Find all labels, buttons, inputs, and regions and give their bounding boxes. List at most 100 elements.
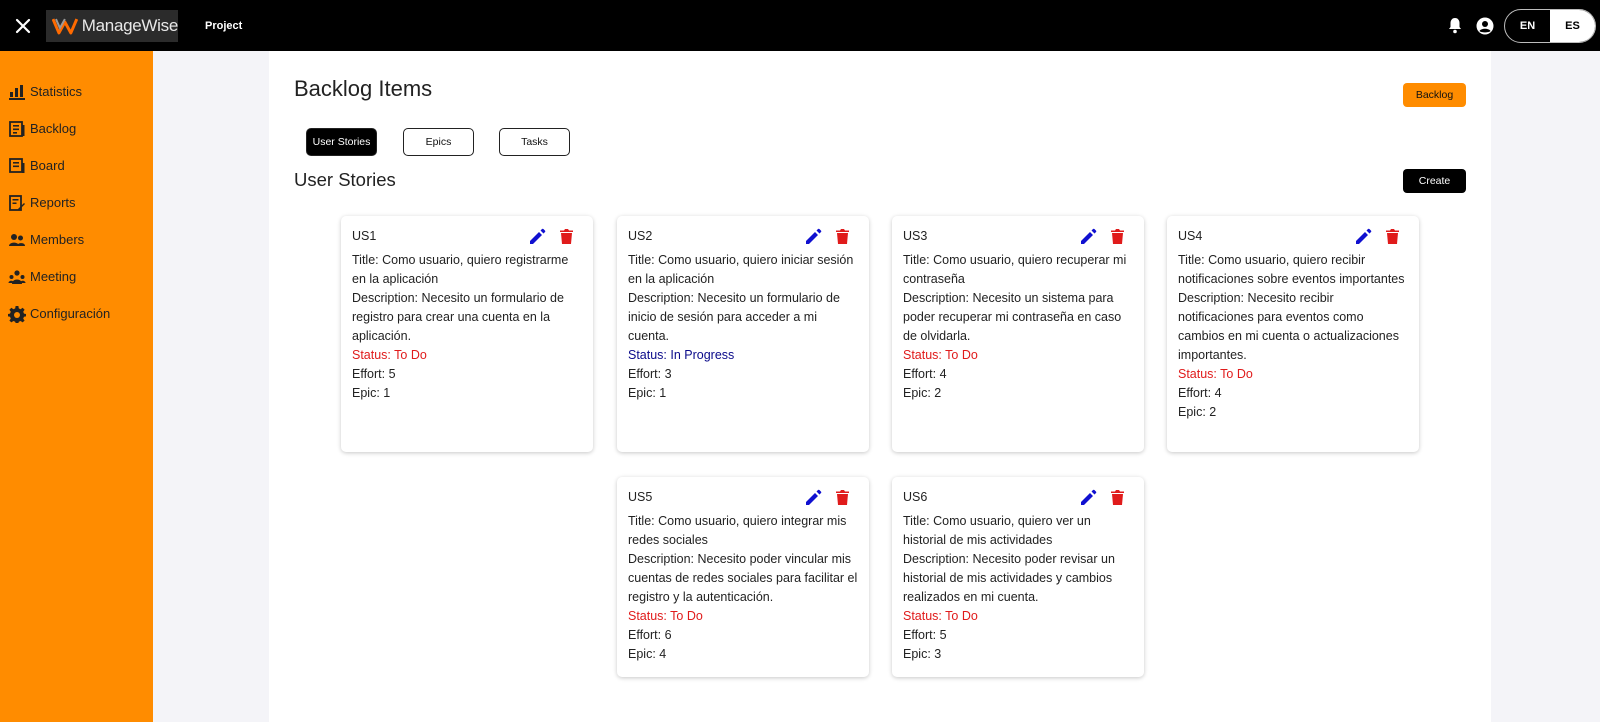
edit-button[interactable]: [1080, 228, 1097, 245]
edit-button[interactable]: [805, 489, 822, 506]
nav-project-link[interactable]: Project: [205, 20, 242, 32]
story-status: Status: To Do: [628, 609, 703, 623]
board-icon: [9, 157, 25, 173]
story-card: US2 Title: Como usuario, quiero iniciar …: [617, 216, 869, 452]
sidebar: Statistics Backlog Board Reports Members…: [0, 51, 153, 722]
backlog-icon: [9, 120, 25, 137]
story-title: Title: Como usuario, quiero recuperar mi…: [903, 253, 1127, 286]
story-card: US4 Title: Como usuario, quiero recibir …: [1167, 216, 1419, 452]
sidebar-item-board[interactable]: Board: [0, 147, 153, 184]
edit-button[interactable]: [529, 228, 546, 245]
story-id: US2: [628, 229, 653, 243]
pencil-icon: [1356, 228, 1372, 244]
logo-icon: [52, 17, 78, 34]
sidebar-item-label: Statistics: [30, 84, 83, 99]
account-button[interactable]: [1470, 0, 1500, 51]
reports-icon: [9, 194, 25, 211]
story-status: Status: To Do: [352, 348, 427, 362]
edit-button[interactable]: [1080, 489, 1097, 506]
story-effort: Effort: 4: [1178, 386, 1222, 400]
edit-button[interactable]: [805, 228, 822, 245]
language-option-es[interactable]: ES: [1550, 9, 1595, 42]
sidebar-item-meeting[interactable]: Meeting: [0, 258, 153, 295]
story-epic: Epic: 2: [903, 386, 942, 400]
story-status: Status: In Progress: [628, 348, 735, 362]
delete-button[interactable]: [1384, 228, 1401, 245]
story-description: Description: Necesito poder revisar un h…: [903, 552, 1115, 604]
delete-button[interactable]: [834, 228, 851, 245]
trash-icon: [1111, 489, 1124, 505]
sidebar-item-label: Board: [30, 158, 65, 173]
sidebar-item-label: Configuración: [30, 306, 111, 321]
story-id: US6: [903, 490, 928, 504]
brand-logo[interactable]: ManageWise: [46, 9, 179, 42]
sidebar-item-statistics[interactable]: Statistics: [0, 73, 153, 110]
trash-icon: [836, 228, 849, 244]
pencil-icon: [530, 228, 546, 244]
story-epic: Epic: 1: [628, 386, 667, 400]
language-label-en: EN: [1519, 19, 1536, 32]
story-status: Status: To Do: [903, 348, 978, 362]
story-effort: Effort: 6: [628, 628, 672, 642]
sidebar-item-backlog[interactable]: Backlog: [0, 110, 153, 147]
tab-tasks[interactable]: Tasks: [499, 128, 570, 156]
story-card: US3 Title: Como usuario, quiero recupera…: [892, 216, 1144, 452]
delete-button[interactable]: [1109, 489, 1126, 506]
account-circle-icon: [1476, 17, 1494, 34]
language-option-en[interactable]: EN: [1505, 10, 1550, 42]
story-epic: Epic: 4: [628, 647, 667, 661]
story-description: Description: Necesito un sistema para po…: [903, 291, 1122, 343]
trash-icon: [560, 228, 573, 244]
story-title: Title: Como usuario, quiero ver un histo…: [903, 514, 1091, 547]
sidebar-item-reports[interactable]: Reports: [0, 184, 153, 221]
story-status: Status: To Do: [1178, 367, 1253, 381]
trash-icon: [1111, 228, 1124, 244]
pencil-icon: [806, 228, 822, 244]
story-description: Description: Necesito recibir notificaci…: [1178, 291, 1399, 362]
create-button[interactable]: Create: [1403, 169, 1466, 193]
story-id: US3: [903, 229, 928, 243]
top-bar: ManageWise Project EN ES: [0, 0, 1600, 51]
section-title: User Stories: [294, 169, 396, 190]
story-effort: Effort: 5: [903, 628, 947, 642]
edit-button[interactable]: [1355, 228, 1372, 245]
sidebar-item-label: Backlog: [30, 121, 77, 136]
language-label-es: ES: [1565, 19, 1580, 32]
story-title: Title: Como usuario, quiero registrarme …: [352, 253, 569, 286]
delete-button[interactable]: [834, 489, 851, 506]
pencil-icon: [806, 489, 822, 505]
trash-icon: [1386, 228, 1399, 244]
story-card: US6 Title: Como usuario, quiero ver un h…: [892, 477, 1144, 677]
close-menu-button[interactable]: [0, 0, 46, 51]
story-description: Description: Necesito poder vincular mis…: [628, 552, 858, 604]
trash-icon: [836, 489, 849, 505]
story-id: US1: [352, 229, 377, 243]
story-title: Title: Como usuario, quiero integrar mis…: [628, 514, 847, 547]
story-effort: Effort: 4: [903, 367, 947, 381]
bell-icon: [1449, 18, 1461, 34]
delete-button[interactable]: [1109, 228, 1126, 245]
pencil-icon: [1081, 228, 1097, 244]
story-card: US1 Title: Como usuario, quiero registra…: [341, 216, 593, 452]
story-title: Title: Como usuario, quiero iniciar sesi…: [628, 253, 854, 286]
gear-icon: [8, 305, 26, 323]
bar-chart-icon: [9, 84, 25, 100]
story-epic: Epic: 3: [903, 647, 942, 661]
delete-button[interactable]: [558, 228, 575, 245]
brand-name: ManageWise: [81, 15, 179, 35]
story-id: US4: [1178, 229, 1203, 243]
story-description: Description: Necesito un formulario de i…: [628, 291, 840, 343]
sidebar-item-members[interactable]: Members: [0, 221, 153, 258]
notifications-button[interactable]: [1440, 0, 1470, 51]
sidebar-item-label: Reports: [30, 195, 76, 210]
meeting-icon: [8, 269, 26, 284]
tab-epics[interactable]: Epics: [403, 128, 474, 156]
story-card: US5 Title: Como usuario, quiero integrar…: [617, 477, 869, 677]
sidebar-item-configuracion[interactable]: Configuración: [0, 295, 153, 332]
tab-user-stories[interactable]: User Stories: [306, 128, 377, 156]
members-icon: [9, 233, 25, 246]
story-status: Status: To Do: [903, 609, 978, 623]
backlog-button[interactable]: Backlog: [1403, 83, 1466, 107]
pencil-icon: [1081, 489, 1097, 505]
sidebar-item-label: Members: [30, 232, 85, 247]
